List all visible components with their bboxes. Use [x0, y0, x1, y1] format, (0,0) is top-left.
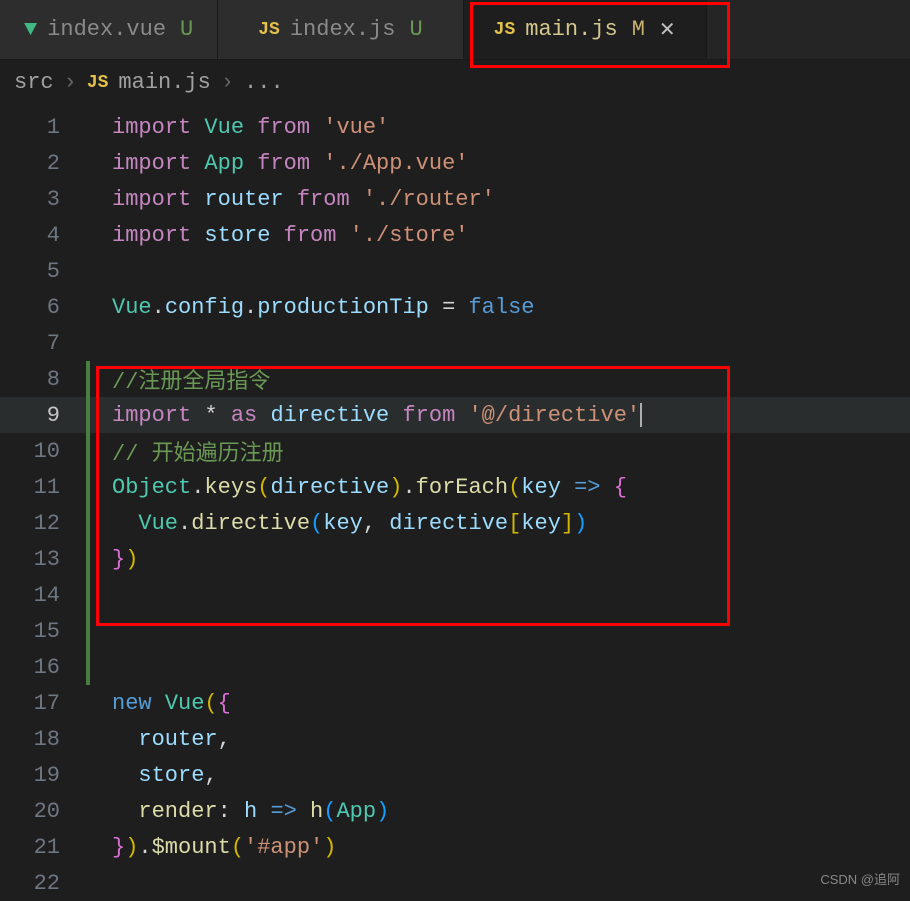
git-gutter-added	[86, 577, 90, 613]
git-gutter-added	[86, 541, 90, 577]
code-line: 22	[0, 865, 910, 901]
git-gutter-added	[86, 505, 90, 541]
code-line: 2import App from './App.vue'	[0, 145, 910, 181]
js-icon: JS	[494, 20, 516, 40]
code-line: 18 router,	[0, 721, 910, 757]
line-number: 17	[0, 691, 86, 716]
breadcrumb-more[interactable]: ...	[244, 70, 284, 95]
code-line: 14	[0, 577, 910, 613]
line-number: 5	[0, 259, 86, 284]
line-number: 9	[0, 403, 86, 428]
code-line: 4import store from './store'	[0, 217, 910, 253]
git-gutter-added	[86, 613, 90, 649]
code-line: 8//注册全局指令	[0, 361, 910, 397]
line-number: 16	[0, 655, 86, 680]
chevron-right-icon: ›	[221, 70, 234, 95]
line-number: 2	[0, 151, 86, 176]
git-status-untracked: U	[180, 17, 193, 42]
code-line: 19 store,	[0, 757, 910, 793]
code-line: 3import router from './router'	[0, 181, 910, 217]
git-gutter-added	[86, 433, 90, 469]
line-number: 4	[0, 223, 86, 248]
line-number: 18	[0, 727, 86, 752]
watermark: CSDN @追阿	[820, 869, 900, 888]
code-line: 20 render: h => h(App)	[0, 793, 910, 829]
tab-filename: index.js	[290, 17, 396, 42]
line-number: 14	[0, 583, 86, 608]
code-editor[interactable]: 1import Vue from 'vue' 2import App from …	[0, 105, 910, 901]
code-line: 6Vue.config.productionTip = false	[0, 289, 910, 325]
tab-filename: main.js	[525, 17, 617, 42]
line-number: 13	[0, 547, 86, 572]
tab-main-js[interactable]: JS main.js M ✕	[464, 0, 707, 59]
code-line: 9import * as directive from '@/directive…	[0, 397, 910, 433]
js-icon: JS	[87, 73, 109, 93]
git-gutter-added	[86, 469, 90, 505]
line-number: 12	[0, 511, 86, 536]
code-line: 21}).$mount('#app')	[0, 829, 910, 865]
line-number: 15	[0, 619, 86, 644]
git-gutter-added	[86, 397, 90, 433]
vue-icon: ▼	[24, 17, 37, 42]
line-number: 8	[0, 367, 86, 392]
code-line: 11Object.keys(directive).forEach(key => …	[0, 469, 910, 505]
line-number: 22	[0, 871, 86, 896]
line-number: 19	[0, 763, 86, 788]
code-line: 5	[0, 253, 910, 289]
line-number: 11	[0, 475, 86, 500]
tab-bar: ▼ index.vue U JS index.js U JS main.js M…	[0, 0, 910, 60]
breadcrumb-folder[interactable]: src	[14, 70, 54, 95]
text-cursor	[640, 403, 642, 427]
git-status-modified: M	[632, 17, 645, 42]
breadcrumb-file[interactable]: main.js	[118, 70, 210, 95]
code-line: 7	[0, 325, 910, 361]
git-status-untracked: U	[409, 17, 422, 42]
line-number: 1	[0, 115, 86, 140]
line-number: 10	[0, 439, 86, 464]
line-number: 20	[0, 799, 86, 824]
tab-index-js[interactable]: JS index.js U	[218, 0, 463, 59]
chevron-right-icon: ›	[64, 70, 77, 95]
code-line: 17new Vue({	[0, 685, 910, 721]
line-number: 3	[0, 187, 86, 212]
git-gutter-added	[86, 361, 90, 397]
code-line: 15	[0, 613, 910, 649]
tab-index-vue[interactable]: ▼ index.vue U	[0, 0, 218, 59]
code-line: 10// 开始遍历注册	[0, 433, 910, 469]
code-line: 12 Vue.directive(key, directive[key])	[0, 505, 910, 541]
tab-filename: index.vue	[47, 17, 166, 42]
code-line: 13})	[0, 541, 910, 577]
line-number: 6	[0, 295, 86, 320]
breadcrumb[interactable]: src › JS main.js › ...	[0, 60, 910, 105]
js-icon: JS	[258, 20, 280, 40]
code-line: 16	[0, 649, 910, 685]
line-number: 21	[0, 835, 86, 860]
git-gutter-added	[86, 649, 90, 685]
line-number: 7	[0, 331, 86, 356]
close-icon[interactable]: ✕	[659, 17, 676, 43]
code-line: 1import Vue from 'vue'	[0, 109, 910, 145]
